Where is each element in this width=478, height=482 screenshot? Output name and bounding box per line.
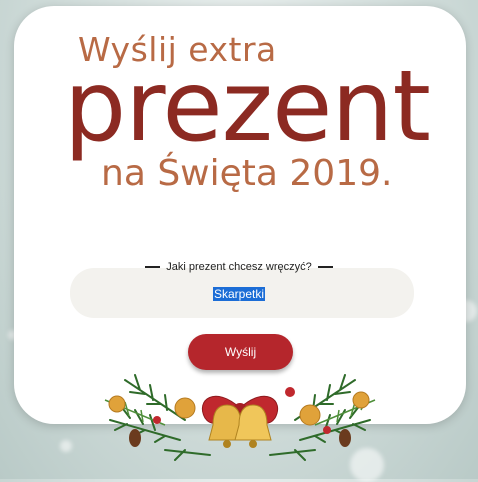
gift-input-value: Skarpetki xyxy=(213,287,266,301)
bokeh-light xyxy=(60,440,72,452)
christmas-decoration xyxy=(104,374,376,461)
label-dash-right xyxy=(317,266,333,269)
headline-line3: na Święta 2019. xyxy=(101,153,393,194)
ornament-ball xyxy=(299,404,321,426)
ornament-ball xyxy=(174,397,196,419)
label-dash-left xyxy=(145,266,161,269)
ornament-ball xyxy=(108,395,126,413)
ornament-ball-red xyxy=(153,416,161,424)
question-label: Jaki prezent chcesz wręczyć? xyxy=(166,261,312,273)
ornament-ball-red xyxy=(323,426,331,434)
question-label-row: Jaki prezent chcesz wręczyć? xyxy=(0,261,478,273)
ornament-ball-red xyxy=(285,387,295,397)
headline-main: prezent xyxy=(64,50,431,164)
ornament-ball xyxy=(352,391,370,409)
